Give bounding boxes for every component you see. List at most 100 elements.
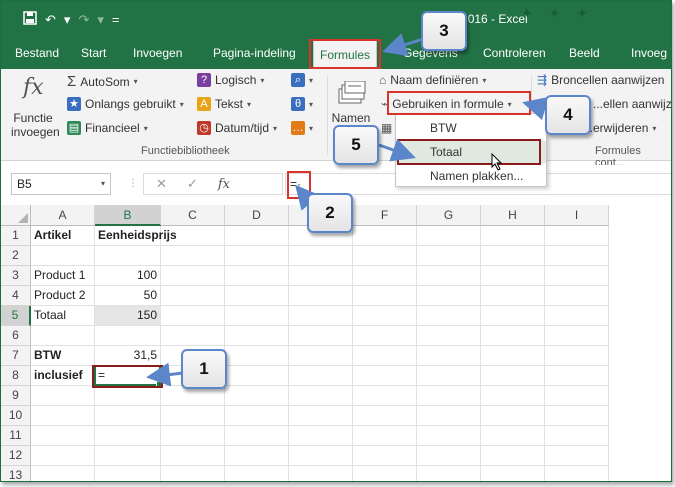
tab-invoeg[interactable]: Invoeg — [625, 39, 671, 69]
cell-f2[interactable] — [353, 246, 417, 266]
cell-c12[interactable] — [161, 446, 225, 466]
cell-d7[interactable] — [225, 346, 289, 366]
cell-d4[interactable] — [225, 286, 289, 306]
cell-f5[interactable] — [353, 306, 417, 326]
cell-b11[interactable] — [95, 426, 161, 446]
cell-g3[interactable] — [417, 266, 481, 286]
select-all-corner[interactable] — [1, 205, 31, 226]
row-header-2[interactable]: 2 — [1, 246, 31, 266]
tab-formules[interactable]: Formules — [313, 40, 377, 69]
text-button[interactable]: A Tekst ▾ — [197, 97, 251, 111]
cell-h13[interactable] — [481, 466, 545, 481]
cell-b3[interactable]: 100 — [95, 266, 161, 286]
name-manager-button[interactable]: Namen — [331, 111, 371, 125]
cell-i8[interactable] — [545, 366, 609, 386]
cell-a3[interactable]: Product 1 — [31, 266, 95, 286]
cell-g5[interactable] — [417, 306, 481, 326]
column-header-h[interactable]: H — [481, 205, 545, 226]
insert-function-button[interactable]: Functie invoegen — [11, 111, 60, 139]
row-header-10[interactable]: 10 — [1, 406, 31, 426]
row-header-8[interactable]: 8 — [1, 366, 31, 386]
column-header-g[interactable]: G — [417, 205, 481, 226]
cell-i12[interactable] — [545, 446, 609, 466]
cell-d12[interactable] — [225, 446, 289, 466]
logical-button[interactable]: ? Logisch ▾ — [197, 73, 264, 87]
cell-g9[interactable] — [417, 386, 481, 406]
cell-d1[interactable] — [225, 226, 289, 246]
use-in-formula-button[interactable]: ⌁ Gebruiken in formule ▾ — [381, 97, 512, 111]
resize-handle-icon[interactable]: ⋮ — [128, 178, 139, 189]
cell-d13[interactable] — [225, 466, 289, 481]
undo-icon[interactable]: ↶ — [45, 12, 56, 28]
datetime-button[interactable]: ◷ Datum/tijd ▾ — [197, 121, 277, 135]
cell-f13[interactable] — [353, 466, 417, 481]
cell-c1[interactable] — [161, 226, 225, 246]
cell-d5[interactable] — [225, 306, 289, 326]
cell-b12[interactable] — [95, 446, 161, 466]
cell-g12[interactable] — [417, 446, 481, 466]
cell-d2[interactable] — [225, 246, 289, 266]
column-header-i[interactable]: I — [545, 205, 609, 226]
cell-h10[interactable] — [481, 406, 545, 426]
cell-h8[interactable] — [481, 366, 545, 386]
cell-g1[interactable] — [417, 226, 481, 246]
cell-f3[interactable] — [353, 266, 417, 286]
insert-function-icon[interactable]: fx — [23, 75, 44, 100]
cell-h5[interactable] — [481, 306, 545, 326]
cell-e12[interactable] — [289, 446, 353, 466]
cell-h1[interactable] — [481, 226, 545, 246]
cell-i9[interactable] — [545, 386, 609, 406]
column-header-a[interactable]: A — [31, 205, 95, 226]
row-header-3[interactable]: 3 — [1, 266, 31, 286]
row-header-1[interactable]: 1 — [1, 226, 31, 246]
cell-g4[interactable] — [417, 286, 481, 306]
cell-c2[interactable] — [161, 246, 225, 266]
cell-a13[interactable] — [31, 466, 95, 481]
cell-e13[interactable] — [289, 466, 353, 481]
remove-arrows-button[interactable]: ...erwijderen ▾ — [583, 121, 656, 135]
enter-icon[interactable]: ✓ — [187, 176, 198, 192]
row-header-13[interactable]: 13 — [1, 466, 31, 481]
tab-start[interactable]: Start — [75, 39, 112, 69]
column-header-c[interactable]: C — [161, 205, 225, 226]
cell-d8[interactable] — [225, 366, 289, 386]
cell-h2[interactable] — [481, 246, 545, 266]
cell-c4[interactable] — [161, 286, 225, 306]
cell-a2[interactable] — [31, 246, 95, 266]
cell-g11[interactable] — [417, 426, 481, 446]
cell-i10[interactable] — [545, 406, 609, 426]
create-from-selection-icon[interactable]: ▦ — [381, 121, 392, 135]
cell-i2[interactable] — [545, 246, 609, 266]
cell-d3[interactable] — [225, 266, 289, 286]
tab-controleren[interactable]: Controleren — [477, 39, 552, 69]
cell-e8[interactable] — [289, 366, 353, 386]
cell-a1[interactable]: Artikel — [31, 226, 95, 246]
cell-a11[interactable] — [31, 426, 95, 446]
cell-b6[interactable] — [95, 326, 161, 346]
menu-item-totaal[interactable]: Totaal — [396, 141, 546, 163]
cell-g2[interactable] — [417, 246, 481, 266]
cell-b1[interactable]: Eenheidsprijs — [95, 226, 177, 246]
financial-button[interactable]: ▤ Financieel ▾ — [67, 121, 148, 135]
cell-g8[interactable] — [417, 366, 481, 386]
cell-a7[interactable]: BTW — [31, 346, 95, 366]
cell-c13[interactable] — [161, 466, 225, 481]
lookup-button[interactable]: ⌕ ▾ — [291, 73, 313, 87]
cell-e5[interactable] — [289, 306, 353, 326]
cell-h4[interactable] — [481, 286, 545, 306]
tab-pagina-indeling[interactable]: Pagina-indeling — [207, 39, 302, 69]
cell-a5[interactable]: Totaal — [31, 306, 95, 326]
cell-c11[interactable] — [161, 426, 225, 446]
cell-e4[interactable] — [289, 286, 353, 306]
cell-f4[interactable] — [353, 286, 417, 306]
cell-b9[interactable] — [95, 386, 161, 406]
cell-a4[interactable]: Product 2 — [31, 286, 95, 306]
cell-d10[interactable] — [225, 406, 289, 426]
row-header-7[interactable]: 7 — [1, 346, 31, 366]
recently-used-button[interactable]: ★ Onlangs gebruikt ▾ — [67, 97, 184, 111]
undo-dropdown-icon[interactable]: ▾ — [64, 12, 71, 28]
cell-e10[interactable] — [289, 406, 353, 426]
tab-bestand[interactable]: Bestand — [9, 39, 65, 69]
cell-i6[interactable] — [545, 326, 609, 346]
cell-b2[interactable] — [95, 246, 161, 266]
